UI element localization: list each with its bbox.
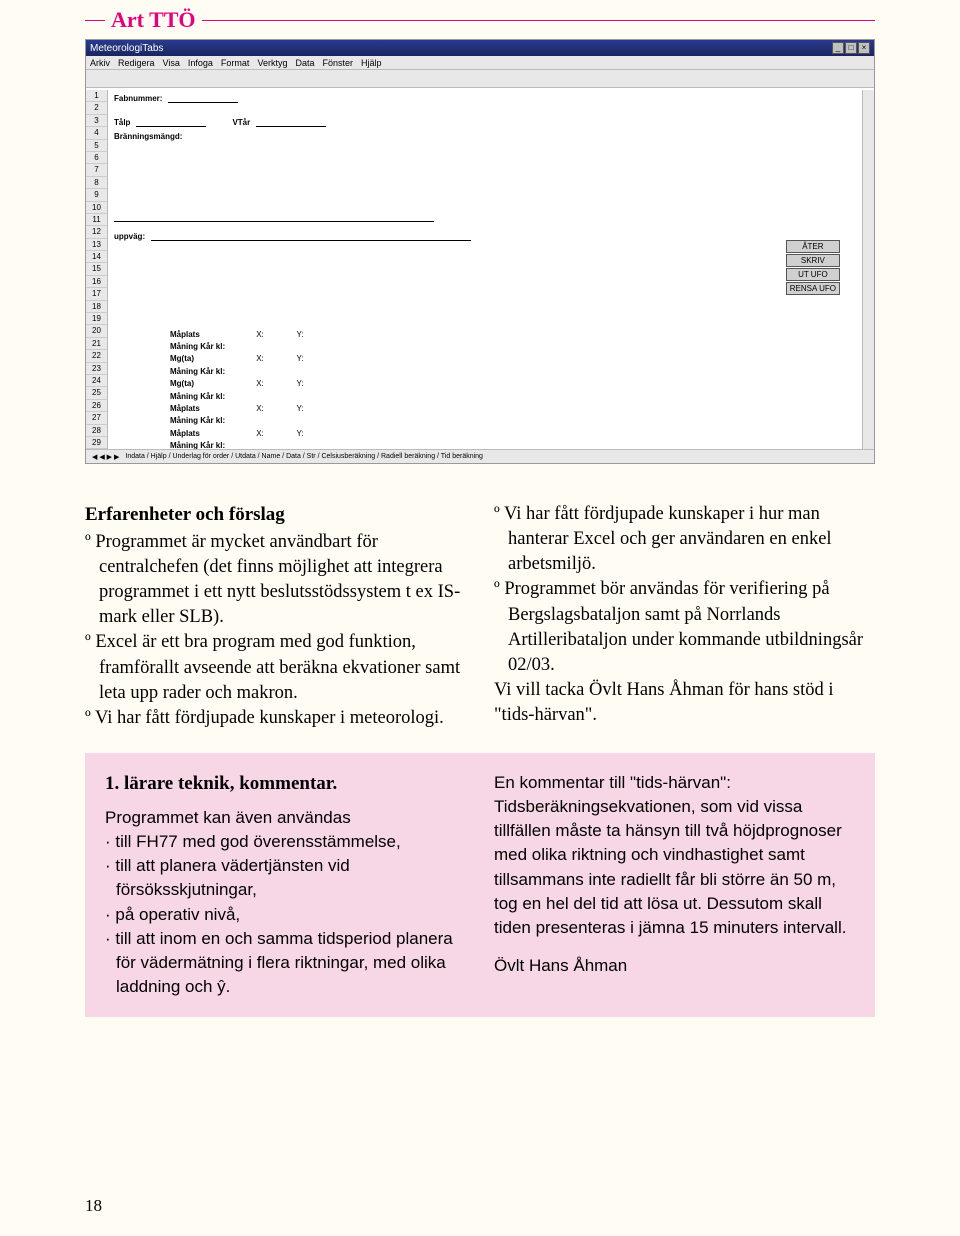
page-number: 18	[85, 1196, 102, 1216]
menu-item[interactable]: Format	[221, 58, 250, 68]
button-ater[interactable]: ÅTER	[786, 240, 840, 253]
menu-item[interactable]: Data	[295, 58, 314, 68]
button-stack: ÅTER SKRIV UT UFO RENSA UFO	[786, 240, 840, 295]
menu-item[interactable]: Verktyg	[257, 58, 287, 68]
commentary-bullet: · till FH77 med god överensstämmelse,	[105, 830, 466, 854]
bullet-item: º Programmet är mycket användbart för ce…	[85, 530, 466, 631]
button-utufo[interactable]: UT UFO	[786, 268, 840, 281]
menu-item[interactable]: Arkiv	[90, 58, 110, 68]
toolbar	[86, 70, 874, 88]
field-label: Fabnummer:	[114, 94, 162, 103]
commentary-right: En kommentar till "tids-härvan": Tidsber…	[494, 771, 855, 940]
bullet-item: º Vi har fått fördjupade kunskaper i hur…	[494, 502, 875, 577]
measurement-grid: MåplatsX:Y: Måning Kår kl: Mg(ta)X:Y: Må…	[170, 328, 310, 452]
field-label: uppväg:	[114, 232, 145, 241]
page-section-title: Art TTÖ	[105, 7, 202, 33]
commentary-bullet: · på operativ nivå,	[105, 903, 466, 927]
menu-item[interactable]: Redigera	[118, 58, 155, 68]
menu-item[interactable]: Hjälp	[361, 58, 382, 68]
maximize-icon[interactable]: □	[845, 42, 857, 54]
commentary-intro: Programmet kan även användas	[105, 806, 466, 830]
menubar: Arkiv Redigera Visa Infoga Format Verkty…	[86, 56, 874, 70]
window-titlebar: MeteorologiTabs _ □ ×	[86, 40, 874, 56]
field-label: VTår	[232, 118, 250, 127]
bullet-item: º Vi har fått fördjupade kunskaper i met…	[85, 706, 466, 731]
button-rensaufo[interactable]: RENSA UFO	[786, 282, 840, 295]
field-label: Tålp	[114, 118, 130, 127]
field-label: Bränningsmängd:	[114, 132, 182, 141]
spreadsheet-area: 12345678910 11121314151617181920 2122232…	[86, 90, 874, 449]
commentary-box: 1. lärare teknik, kommentar. Programmet …	[85, 753, 875, 1017]
sheet-content[interactable]: Fabnummer: Tålp VTår Bränningsmängd: upp…	[108, 90, 874, 449]
text-input[interactable]	[256, 117, 326, 127]
window-title: MeteorologiTabs	[90, 43, 163, 54]
text-area[interactable]	[114, 152, 434, 222]
sheet-tabs[interactable]: ◀ ◀ ▶ ▶ Indata / Hjälp / Underlag för or…	[86, 449, 874, 463]
text-input[interactable]	[136, 117, 206, 127]
text-input[interactable]	[151, 231, 471, 241]
menu-item[interactable]: Visa	[163, 58, 180, 68]
section-heading: Erfarenheter och förslag	[85, 502, 466, 528]
minimize-icon[interactable]: _	[832, 42, 844, 54]
commentary-heading: 1. lärare teknik, kommentar.	[105, 771, 466, 798]
menu-item[interactable]: Infoga	[188, 58, 213, 68]
bullet-item: º Programmet bör användas för verifierin…	[494, 577, 875, 678]
button-skriv[interactable]: SKRIV	[786, 254, 840, 267]
close-icon[interactable]: ×	[858, 42, 870, 54]
commentary-bullet: · till att inom en och samma tidsperiod …	[105, 927, 466, 999]
sheet-tabs-text[interactable]: Indata / Hjälp / Underlag för order / Ut…	[123, 453, 485, 460]
text-input[interactable]	[168, 93, 238, 103]
commentary-bullet: · till att planera vädertjänsten vid för…	[105, 854, 466, 902]
header-rule: Art TTÖ	[85, 20, 875, 21]
row-headers: 12345678910 11121314151617181920 2122232…	[86, 90, 108, 449]
scrollbar-vertical[interactable]	[862, 90, 874, 449]
embedded-screenshot: MeteorologiTabs _ □ × Arkiv Redigera Vis…	[85, 39, 875, 464]
body-text: Erfarenheter och förslag º Programmet är…	[85, 502, 875, 731]
acknowledgement: Vi vill tacka Övlt Hans Åhman för hans s…	[494, 678, 875, 728]
bullet-item: º Excel är ett bra program med god funkt…	[85, 630, 466, 705]
menu-item[interactable]: Fönster	[322, 58, 353, 68]
signature: Övlt Hans Åhman	[494, 954, 855, 978]
